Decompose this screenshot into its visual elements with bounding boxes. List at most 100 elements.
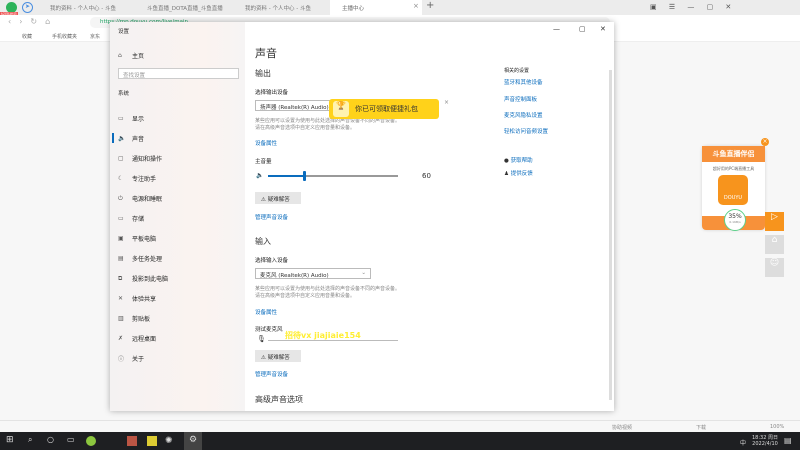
progress-circle: 35% 0.1KB/s [724,209,746,231]
search-icon[interactable]: ⌕ [28,435,32,445]
toast-notification[interactable]: 🏆 你已可领取便捷礼包 × [329,99,449,119]
taskbar: ⊞ ⌕ ○ ▭ ✺ ⚙ 中 18:32 周日 2022/4/10 ▤ [0,432,800,450]
related-link[interactable]: 麦克风隐私设置 [504,111,543,119]
settings-window: 设置 ⌂ 主页 查找设置 系统 ▭ 显示 🔈 声音 ▢ 通知和操作 ☾ 专注助手 ⏻ 电源和睡眠 ▭ 存… [110,22,614,411]
tab[interactable]: 斗鱼直播_DOTA直播_斗鱼直播 [135,0,235,15]
sidebar-icon: ☾ [118,175,124,182]
input-desc: 请在高级声音选项中自定义应用音量和设备。 [255,293,356,299]
sidebar-item[interactable]: 🔈 声音 [118,134,144,143]
robot-icon[interactable]: ☺ [765,258,784,277]
sidebar-item[interactable]: ▭ 存储 [118,214,144,223]
navigate-icon[interactable]: ➤ [22,2,33,13]
sidebar-icon: ▣ [118,235,124,242]
sidebar-icon: 🔈 [118,135,126,142]
watermark: 招待vx jiajiaie154 [285,331,361,340]
input-properties-link[interactable]: 设备属性 [255,308,277,316]
related-link[interactable]: 声音控制面板 [504,95,537,103]
feedback-link[interactable]: ♟ 提供反馈 [504,169,533,177]
input-manage-link[interactable]: 管理声音设备 [255,370,288,378]
notification-icon[interactable]: ▤ [784,436,792,445]
sidebar-item[interactable]: ▢ 通知和操作 [118,154,162,163]
sidebar-icon: ▢ [118,155,124,162]
bookmark[interactable]: 京东 [90,33,100,40]
home-icon: ⌂ [118,52,122,59]
tab[interactable]: 我的资料 - 个人中心 - 斗鱼 [233,0,333,15]
related-link[interactable]: 蓝牙和其他设备 [504,78,543,86]
minimize-button[interactable]: — [553,25,560,33]
app-icon[interactable]: ✺ [165,436,173,446]
sidebar-icon: ✕ [118,295,124,302]
help-link[interactable]: ● 获取帮助 [504,156,533,164]
related-link[interactable]: 轻松访问音频设置 [504,127,548,135]
close-icon[interactable]: × [444,99,449,106]
nav-buttons[interactable]: ‹›↻⌂ [8,17,58,26]
browser-status-bar: 协助视频 下载 100% [0,420,800,432]
microphone-icon: 🎙 [257,335,266,343]
file-explorer-icon[interactable]: ▭ [67,435,75,444]
sidebar-icon: ▤ [118,255,124,262]
sidebar-icon: ▥ [118,315,124,322]
ad-subtitle: 超好用的PC端直播工具 [712,166,755,171]
sidebar-item[interactable]: ✕ 体验共享 [118,294,156,303]
scrollbar[interactable] [609,70,612,400]
close-icon[interactable]: × [761,138,769,146]
close-button[interactable]: ✕ [600,25,606,33]
sidebar-icon: ⧉ [118,274,123,282]
play-icon[interactable]: ▷ [765,212,784,231]
new-tab-button[interactable]: + [426,0,434,11]
feedback-icon: ♟ [504,171,509,177]
output-properties-link[interactable]: 设备属性 [255,139,277,147]
sidebar-item[interactable]: ⏻ 电源和睡眠 [118,194,162,204]
clock[interactable]: 18:32 周日 2022/4/10 [752,434,778,447]
ad-title: 斗鱼直播伴侣 [702,146,765,162]
zoom-level[interactable]: 100% [770,424,784,430]
settings-sidebar: 设置 ⌂ 主页 查找设置 系统 ▭ 显示 🔈 声音 ▢ 通知和操作 ☾ 专注助手 ⏻ 电源和睡眠 ▭ 存… [110,22,245,411]
sidebar-item[interactable]: ✗ 远程桌面 [118,334,156,343]
sidebar-item-home[interactable]: ⌂ 主页 [118,51,144,60]
window-title: 设置 [118,29,130,35]
output-manage-link[interactable]: 管理声音设备 [255,213,288,221]
settings-app-icon[interactable]: ⚙ [184,432,202,450]
sidebar-item[interactable]: ▣ 平板电脑 [118,234,156,243]
search-input[interactable]: 查找设置 [118,68,239,79]
volume-thumb[interactable] [303,171,306,181]
volume-value: 60 [422,172,431,180]
sidebar-item[interactable]: ⓘ 关于 [118,354,144,363]
ad-widget[interactable]: 斗鱼直播伴侣 超好用的PC端直播工具 DOUYU 35% 0.1KB/s × [702,138,769,231]
volume-label: 主音量 [255,159,272,165]
input-device-select[interactable]: 麦克风 (Realtek(R) Audio) ⌄ [255,268,371,279]
section-label: 系统 [118,91,130,97]
download-button[interactable]: 下载 [696,424,706,431]
close-tab-icon[interactable]: × [413,2,419,10]
sidebar-item[interactable]: ⧉ 投影到此电脑 [118,274,168,284]
volume-fill [268,175,304,177]
tab-active[interactable]: 主播中心 [330,0,422,15]
volume-slider[interactable] [268,171,398,181]
sidebar-icon: ⏻ [118,194,123,202]
output-desc: 某些应用可以设置为使用与此处选择的声音设备不同的声音设备。 [255,118,401,124]
sidebar-item[interactable]: ▤ 多任务处理 [118,254,162,263]
output-select-label: 选择输出设备 [255,90,289,96]
start-icon[interactable]: ⊞ [6,435,14,445]
app-icon[interactable] [147,436,157,446]
home-icon[interactable]: ⌂ [765,235,784,254]
status-text: 协助视频 [612,425,633,431]
ime-indicator[interactable]: 中 [740,438,746,447]
tab[interactable]: 我的资料 - 个人中心 - 斗鱼 [38,0,138,15]
browser-app-icon[interactable] [86,436,96,446]
sidebar-item[interactable]: ▥ 剪贴板 [118,314,150,323]
task-view-icon[interactable]: ○ [47,435,54,444]
sidebar-item[interactable]: ▭ 显示 [118,114,144,123]
bookmark[interactable]: 手机收藏夹 [52,33,77,40]
input-troubleshoot-button[interactable]: ⚠ 疑难解答 [255,350,301,362]
window-controls[interactable]: ▣ ☰ — ▢ ✕ [650,3,736,11]
advanced-heading[interactable]: 高级声音选项 [255,394,303,405]
output-troubleshoot-button[interactable]: ⚠ 疑难解答 [255,192,301,204]
sidebar-item[interactable]: ☾ 专注助手 [118,174,156,183]
bookmark[interactable]: 收藏 [22,33,32,40]
help-icon: ● [504,158,509,164]
trophy-icon: 🏆 [333,101,349,117]
maximize-button[interactable]: ▢ [579,25,586,33]
app-icon[interactable] [127,436,137,446]
output-desc: 请在高级声音选项中自定义应用音量和设备。 [255,125,356,131]
